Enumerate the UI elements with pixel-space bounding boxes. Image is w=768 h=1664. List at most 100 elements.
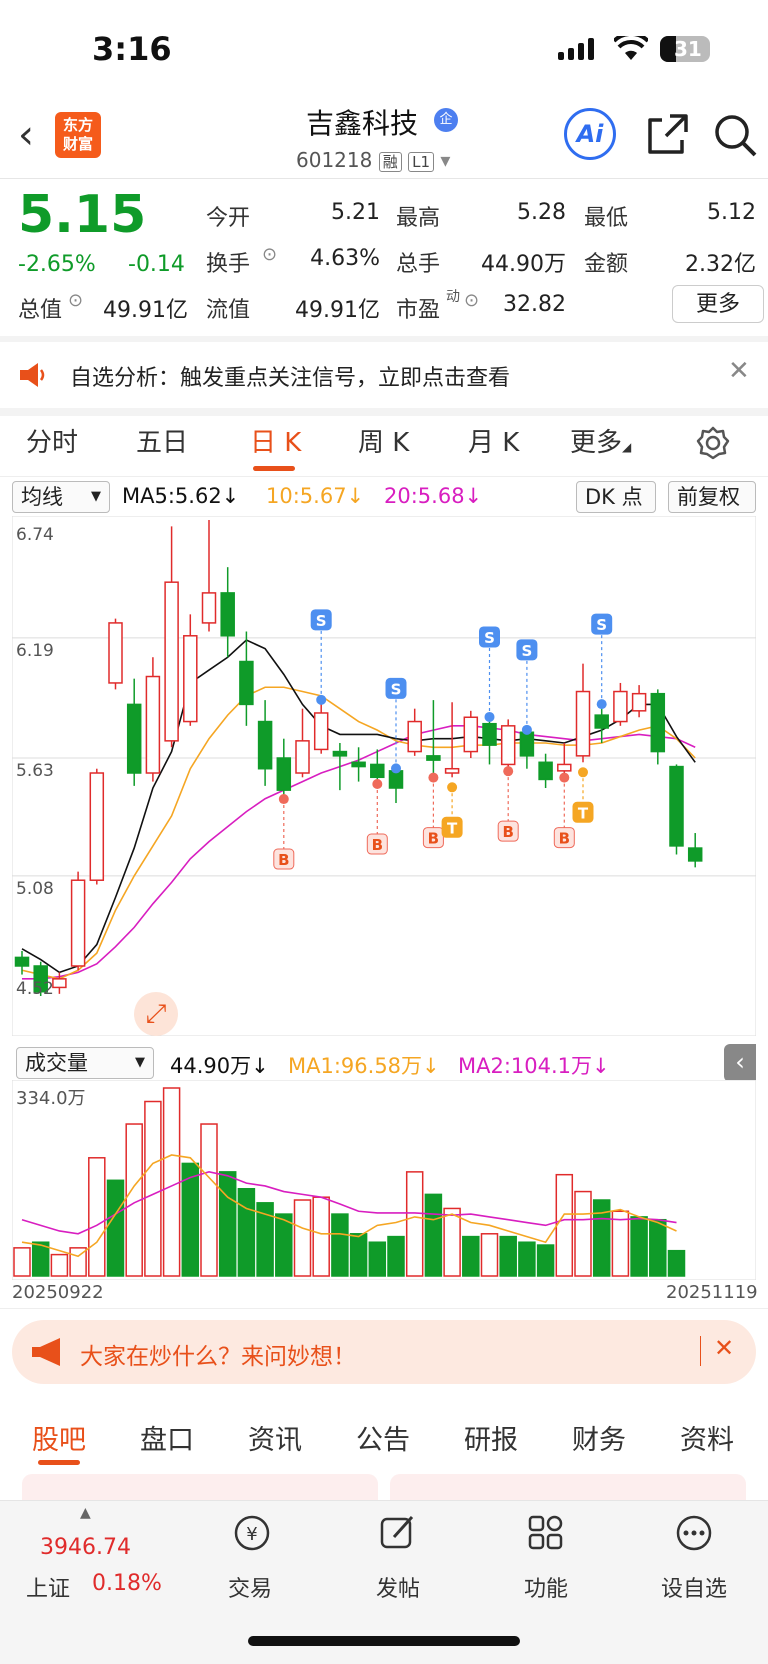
candle-body	[370, 763, 385, 779]
candle-body	[351, 761, 366, 768]
candle-body	[126, 703, 142, 774]
volume-bar	[162, 1087, 181, 1277]
post-card[interactable]	[22, 1474, 378, 1500]
open-value: 5.21	[331, 200, 380, 225]
mktcap-value: 49.91亿	[103, 298, 188, 323]
volume-bar	[349, 1233, 368, 1277]
volume-bar	[368, 1241, 387, 1277]
home-indicator	[248, 1636, 520, 1646]
search-icon[interactable]	[712, 112, 758, 158]
index-change[interactable]: 0.18%	[92, 1571, 162, 1596]
y-tick-label: 6.74	[16, 525, 54, 545]
tab-profile[interactable]: 资料	[680, 1418, 734, 1457]
candle-body	[332, 750, 348, 757]
signal-dot	[521, 724, 532, 735]
volume-chart[interactable]	[12, 1080, 756, 1280]
tab-more[interactable]: 更多◢	[570, 422, 631, 459]
tab-guba[interactable]: 股吧	[32, 1418, 86, 1457]
candle-body	[257, 720, 273, 770]
more-button[interactable]: 更多	[672, 285, 764, 323]
tab-intraday[interactable]: 分时	[26, 422, 78, 459]
post-card[interactable]	[390, 1474, 746, 1500]
dk-point-button[interactable]: DK 点◢	[576, 481, 656, 537]
volume-bar	[88, 1157, 106, 1277]
low-label: 最低	[584, 206, 629, 231]
float-value: 49.91亿	[295, 298, 380, 323]
share-icon[interactable]	[646, 112, 690, 156]
tab-five-day[interactable]: 五日	[136, 422, 188, 459]
candle-body	[407, 720, 422, 753]
volume-bar	[200, 1123, 218, 1277]
volume-bar	[630, 1216, 648, 1277]
candle-body	[426, 755, 441, 761]
expand-icon[interactable]: ⤢	[134, 992, 178, 1036]
candle-body	[145, 675, 161, 774]
nav-function[interactable]: 功能	[496, 1571, 596, 1603]
stock-code-row[interactable]: 601218 融 L1 ▾	[296, 148, 450, 172]
signal-dot	[503, 766, 514, 777]
tab-announcement[interactable]: 公告	[356, 1418, 410, 1457]
divider	[0, 178, 768, 179]
candle-body	[444, 767, 460, 774]
analysis-banner[interactable]: 自选分析：触发重点关注信号，立即点击查看 ✕	[0, 342, 768, 408]
index-value[interactable]: 3946.74	[40, 1535, 131, 1560]
tab-pankou[interactable]: 盘口	[140, 1418, 194, 1457]
candle-body	[89, 772, 105, 881]
index-name[interactable]: 上证	[26, 1571, 70, 1603]
more-dots-icon[interactable]	[674, 1513, 714, 1553]
signal-label: B	[372, 836, 383, 854]
tab-news[interactable]: 资讯	[248, 1418, 302, 1457]
status-bar: 3:16 31	[0, 0, 768, 100]
info-icon[interactable]: ⊙	[68, 290, 83, 311]
amount-label: 金额	[584, 252, 629, 277]
high-label: 最高	[396, 206, 441, 231]
main-indicator-select[interactable]: 均线 ▼	[12, 481, 110, 513]
volume-bar	[312, 1196, 330, 1277]
settings-gear-icon[interactable]	[695, 425, 731, 461]
volume-bar	[50, 1253, 69, 1277]
kline-chart[interactable]: BB BT B BTSSSSS 6.746.195.635.084.52	[12, 516, 756, 1036]
tab-monthly-k[interactable]: 月 K	[468, 422, 519, 459]
volume-bar	[424, 1193, 443, 1277]
ask-banner[interactable]: 大家在炒什么？来问妙想！ ✕	[12, 1320, 756, 1384]
nav-trade[interactable]: 交易	[200, 1571, 300, 1603]
tab-weekly-k[interactable]: 周 K	[358, 422, 409, 459]
signal-dot	[316, 694, 327, 705]
chevron-down-icon: ▾	[440, 148, 451, 172]
back-icon[interactable]: ‹	[18, 112, 34, 158]
tab-research[interactable]: 研报	[464, 1418, 518, 1457]
volume-bar	[649, 1218, 667, 1277]
trade-yuan-icon[interactable]: ¥	[230, 1513, 274, 1553]
candle-body	[276, 757, 292, 791]
candle-body	[575, 690, 591, 757]
turnover-value: 4.63%	[310, 246, 380, 271]
ai-button[interactable]: Ai	[564, 108, 616, 160]
edit-post-icon[interactable]	[378, 1513, 418, 1553]
info-icon[interactable]: ⊙	[262, 244, 277, 265]
status-time: 3:16	[92, 30, 172, 68]
divider	[0, 1308, 768, 1309]
collapse-panel-icon[interactable]: ‹	[724, 1044, 756, 1082]
candle-body	[650, 692, 666, 753]
info-icon[interactable]: ⊙	[464, 290, 479, 311]
stock-code: 601218	[296, 148, 373, 172]
close-icon[interactable]: ✕	[714, 1334, 734, 1362]
close-icon[interactable]: ✕	[728, 356, 750, 386]
nav-add-watch[interactable]: 设自选	[644, 1571, 744, 1603]
ma5-value: MA5:5.62↓	[122, 484, 240, 508]
turnover-label: 换手	[206, 252, 251, 277]
candle-body	[538, 761, 553, 781]
candle-body	[239, 660, 254, 706]
tab-daily-k[interactable]: 日 K	[250, 422, 301, 459]
high-value: 5.28	[517, 200, 566, 225]
volume-indicator-select[interactable]: 成交量 ▼	[16, 1047, 154, 1079]
adjust-button[interactable]: 前复权	[668, 481, 756, 513]
change-amount: -0.14	[128, 252, 185, 277]
apps-grid-icon[interactable]	[526, 1513, 566, 1553]
nav-post[interactable]: 发帖	[348, 1571, 448, 1603]
tab-finance[interactable]: 财务	[572, 1418, 626, 1457]
candle-body	[687, 847, 703, 862]
volume-bar	[480, 1233, 499, 1277]
ask-banner-text: 大家在炒什么？来问妙想！	[80, 1344, 356, 1370]
volume-bar	[218, 1171, 237, 1277]
